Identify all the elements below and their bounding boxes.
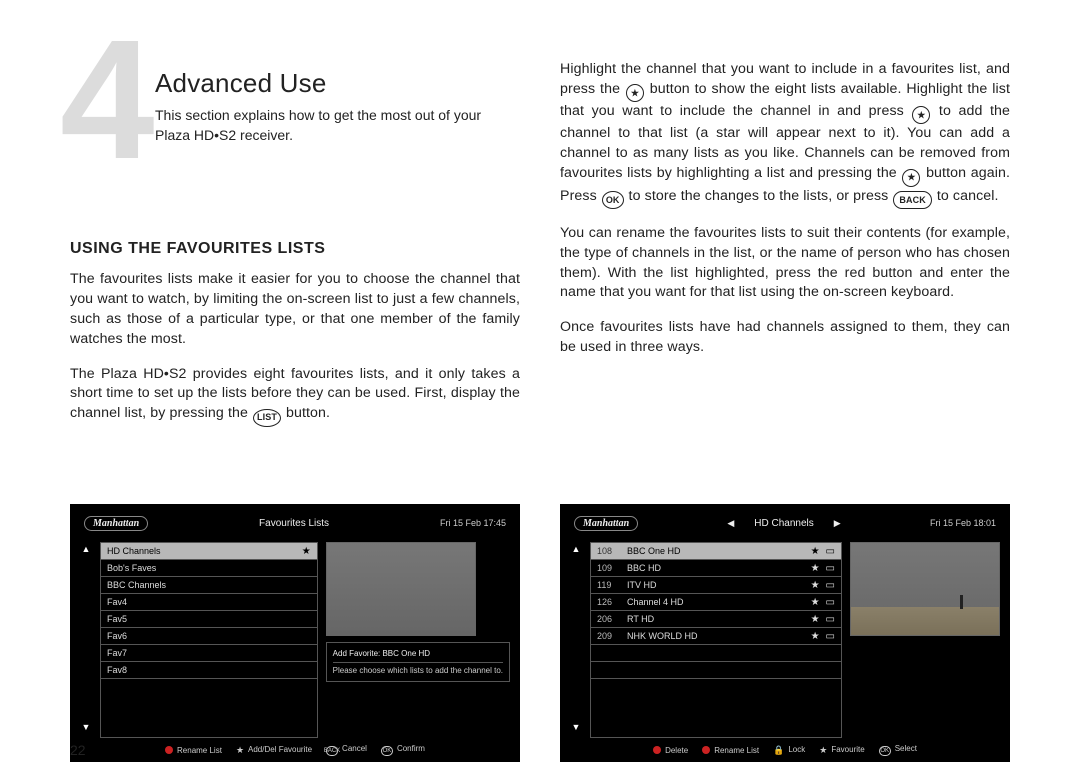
tv-icon: ▭ [826,546,835,557]
nav-left-icon: ◀ [727,518,734,529]
footer-hint: ★Favourite [819,745,864,756]
star-button-icon: ★ [912,106,930,124]
screenshot-favourites-lists: Manhattan Favourites Lists Fri 15 Feb 17… [70,504,520,762]
list-row: Fav7 [101,645,317,662]
body-paragraph: Once favourites lists have had channels … [560,318,1010,358]
list-row [591,645,841,662]
body-paragraph: Highlight the channel that you want to i… [560,60,1010,209]
favourites-list: HD Channels★Bob's FavesBBC ChannelsFav4F… [100,542,318,738]
star-button-icon: ★ [626,84,644,102]
tv-icon: ▭ [826,580,835,591]
footer-hint: ★Add/Del Favourite [236,745,312,756]
list-row: Fav6 [101,628,317,645]
body-paragraph: The favourites lists make it easier for … [70,270,520,350]
chapter-header: 4 Advanced Use This section explains how… [70,60,520,200]
list-row: 109BBC HD★▭ [591,560,841,577]
list-row: 126Channel 4 HD★▭ [591,594,841,611]
footer-hint: OKConfirm [381,744,425,756]
list-row: Fav4 [101,594,317,611]
ok-button-icon: OK [602,191,624,209]
footer-hint: Delete [653,746,688,755]
list-row: Bob's Faves [101,560,317,577]
page-number: 22 [70,742,86,758]
left-column: 4 Advanced Use This section explains how… [70,60,520,762]
clock: Fri 15 Feb 18:01 [930,518,996,528]
scroll-up-icon: ▲ [82,544,91,554]
footer-hints: Delete Rename List 🔒Lock ★Favourite OKSelect [570,738,1000,756]
chapter-number: 4 [60,15,149,185]
back-button-icon: BACK [893,191,931,209]
screenshot-hd-channels: Manhattan ◀ HD Channels ▶ Fri 15 Feb 18:… [560,504,1010,762]
brand-logo: Manhattan [84,516,148,531]
footer-hint: OKSelect [879,744,917,756]
tv-icon: ▭ [826,614,835,625]
brand-logo: Manhattan [574,516,638,531]
list-row [591,662,841,679]
body-paragraph: You can rename the favourites lists to s… [560,224,1010,304]
screen-title: ◀ HD Channels ▶ [638,518,930,529]
chapter-title: Advanced Use [155,68,605,99]
list-row: Fav8 [101,662,317,679]
right-column: Highlight the channel that you want to i… [560,60,1010,762]
list-row: 206RT HD★▭ [591,611,841,628]
star-icon: ★ [811,580,820,591]
list-row: HD Channels★ [101,543,317,560]
body-paragraph: The Plaza HD•S2 provides eight favourite… [70,365,520,427]
nav-right-icon: ▶ [834,518,841,529]
footer-hints: Rename List ★Add/Del Favourite BACKCancel O… [80,738,510,756]
list-row: 209NHK WORLD HD★▭ [591,628,841,645]
star-icon: ★ [811,563,820,574]
star-icon: ★ [811,597,820,608]
footer-hint: Rename List [702,746,759,755]
tv-icon: ▭ [826,597,835,608]
tv-icon: ▭ [826,631,835,642]
footer-hint: Rename List [165,746,222,755]
star-icon: ★ [811,614,820,625]
star-icon: ★ [302,546,311,557]
scroll-down-icon: ▼ [82,722,91,732]
info-panel: Add Favorite: BBC One HD Please choose w… [326,642,510,682]
list-row: 108BBC One HD★▭ [591,543,841,560]
scroll-down-icon: ▼ [572,722,581,732]
scroll-up-icon: ▲ [572,544,581,554]
channel-list: 108BBC One HD★▭109BBC HD★▭119ITV HD★▭126… [590,542,842,738]
list-button-icon: LIST [253,409,281,427]
screen-title: Favourites Lists [148,518,440,529]
star-button-icon: ★ [902,169,920,187]
list-row: Fav5 [101,611,317,628]
chapter-intro: This section explains how to get the mos… [155,106,515,145]
star-icon: ★ [811,546,820,557]
clock: Fri 15 Feb 17:45 [440,518,506,528]
video-preview [326,542,476,636]
tv-icon: ▭ [826,563,835,574]
section-heading: USING THE FAVOURITES LISTS [70,240,520,258]
star-icon: ★ [811,631,820,642]
list-row: 119ITV HD★▭ [591,577,841,594]
footer-hint: 🔒Lock [773,745,805,756]
list-row: BBC Channels [101,577,317,594]
footer-hint: BACKCancel [326,744,367,756]
video-preview [850,542,1000,636]
